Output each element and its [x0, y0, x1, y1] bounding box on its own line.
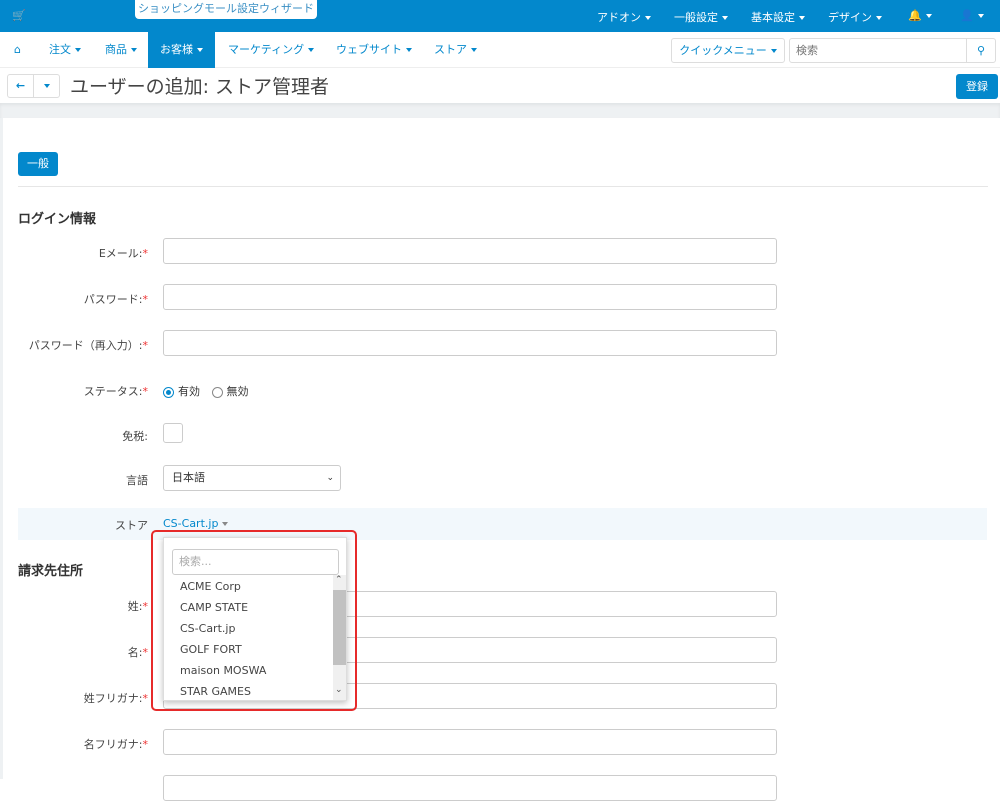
- first-kana-field[interactable]: [163, 729, 777, 755]
- radio-label: 有効: [178, 385, 200, 398]
- back-dropdown-icon[interactable]: [34, 75, 59, 97]
- divider: [0, 103, 1000, 118]
- label-text: 名フリガナ:: [83, 738, 143, 751]
- language-select[interactable]: 日本語 ⌄: [163, 465, 341, 491]
- menu-addons[interactable]: アドオン: [597, 9, 651, 25]
- status-label: ステータス:*: [84, 383, 148, 399]
- select-value: 日本語: [172, 471, 205, 484]
- language-label: 言語: [126, 474, 148, 487]
- home-icon[interactable]: ⌂: [2, 32, 33, 68]
- menu-label: アドオン: [597, 11, 641, 24]
- top-bar: 🛒 ショッピングモール設定ウィザード アドオン 一般設定 基本設定 デザイン 🔔…: [0, 0, 1000, 32]
- quick-menu-label: クイックメニュー: [679, 44, 767, 57]
- label-text: 姓フリガナ:: [83, 692, 143, 705]
- menu-general-settings[interactable]: 一般設定: [674, 9, 728, 25]
- menu-basic-settings[interactable]: 基本設定: [751, 9, 805, 25]
- cart-icon[interactable]: 🛒: [12, 9, 26, 22]
- nav-website[interactable]: ウェブサイト: [324, 32, 424, 68]
- quick-menu-button[interactable]: クイックメニュー: [671, 38, 785, 63]
- nav-customers[interactable]: お客様: [148, 32, 215, 68]
- content-area: [0, 118, 1000, 779]
- search-icon[interactable]: ⚲: [966, 38, 996, 63]
- password-field[interactable]: [163, 284, 777, 310]
- required-mark: *: [142, 692, 149, 705]
- menu-label: デザイン: [828, 11, 872, 24]
- divider: [18, 186, 988, 187]
- store-label: ストア: [115, 519, 148, 532]
- required-mark: *: [142, 339, 149, 352]
- tax-exempt-checkbox[interactable]: [163, 423, 183, 443]
- nav-marketing[interactable]: マーケティング: [216, 32, 326, 68]
- status-inactive-radio[interactable]: 無効: [211, 385, 249, 398]
- chevron-down-icon: ⌄: [326, 473, 334, 483]
- first-name-label: 名:*: [128, 644, 148, 660]
- save-button[interactable]: 登録: [956, 74, 998, 99]
- radio-label: 無効: [226, 385, 249, 398]
- label-text: パスワード（再入力）:: [28, 339, 143, 352]
- nav-label: 注文: [49, 43, 71, 56]
- back-button-group: ←: [7, 74, 60, 98]
- nav-label: お客様: [160, 43, 193, 56]
- menu-design[interactable]: デザイン: [828, 9, 882, 25]
- password-label: パスワード:*: [84, 291, 148, 307]
- tax-exempt-label: 免税:: [122, 430, 148, 443]
- nav-label: 商品: [105, 43, 127, 56]
- required-mark: *: [142, 600, 149, 613]
- search-input[interactable]: [789, 38, 967, 63]
- label-text: パスワード:: [83, 293, 143, 306]
- nav-label: マーケティング: [228, 43, 305, 56]
- label-text: 名:: [127, 646, 143, 659]
- first-kana-label: 名フリガナ:*: [84, 736, 148, 752]
- nav-label: ストア: [434, 43, 467, 56]
- email-label: Eメール:*: [99, 245, 148, 261]
- nav-store[interactable]: ストア: [422, 32, 489, 68]
- email-field[interactable]: [163, 238, 777, 264]
- highlight-box: [151, 530, 357, 711]
- label-text: 姓:: [127, 600, 143, 613]
- menu-label: 一般設定: [674, 11, 718, 24]
- required-mark: *: [142, 247, 149, 260]
- user-icon[interactable]: 👤: [960, 9, 984, 22]
- tab-general[interactable]: 一般: [18, 152, 58, 176]
- menu-label: 基本設定: [751, 11, 795, 24]
- store-selector[interactable]: CS-Cart.jp: [163, 517, 229, 530]
- password-confirm-field[interactable]: [163, 330, 777, 356]
- bell-icon[interactable]: 🔔: [908, 9, 932, 22]
- required-mark: *: [142, 646, 149, 659]
- required-mark: *: [142, 293, 149, 306]
- status-radio-group: 有効 無効: [163, 383, 249, 399]
- label-text: ステータス:: [83, 385, 143, 398]
- section-billing: 請求先住所: [18, 564, 84, 579]
- label-text: Eメール:: [98, 247, 143, 260]
- section-login: ログイン情報: [18, 212, 97, 227]
- required-mark: *: [142, 385, 149, 398]
- back-arrow-icon[interactable]: ←: [8, 75, 34, 97]
- required-mark: *: [142, 738, 149, 751]
- nav-products[interactable]: 商品: [93, 32, 149, 68]
- last-name-label: 姓:*: [128, 598, 148, 614]
- page-title: ユーザーの追加: ストア管理者: [70, 76, 330, 98]
- status-active-radio[interactable]: 有効: [163, 385, 200, 398]
- last-kana-label: 姓フリガナ:*: [84, 690, 148, 706]
- nav-label: ウェブサイト: [336, 43, 402, 56]
- wizard-link[interactable]: ショッピングモール設定ウィザード: [135, 0, 317, 19]
- nav-orders[interactable]: 注文: [37, 32, 93, 68]
- password-confirm-label: パスワード（再入力）:*: [29, 337, 148, 353]
- store-value: CS-Cart.jp: [163, 517, 219, 530]
